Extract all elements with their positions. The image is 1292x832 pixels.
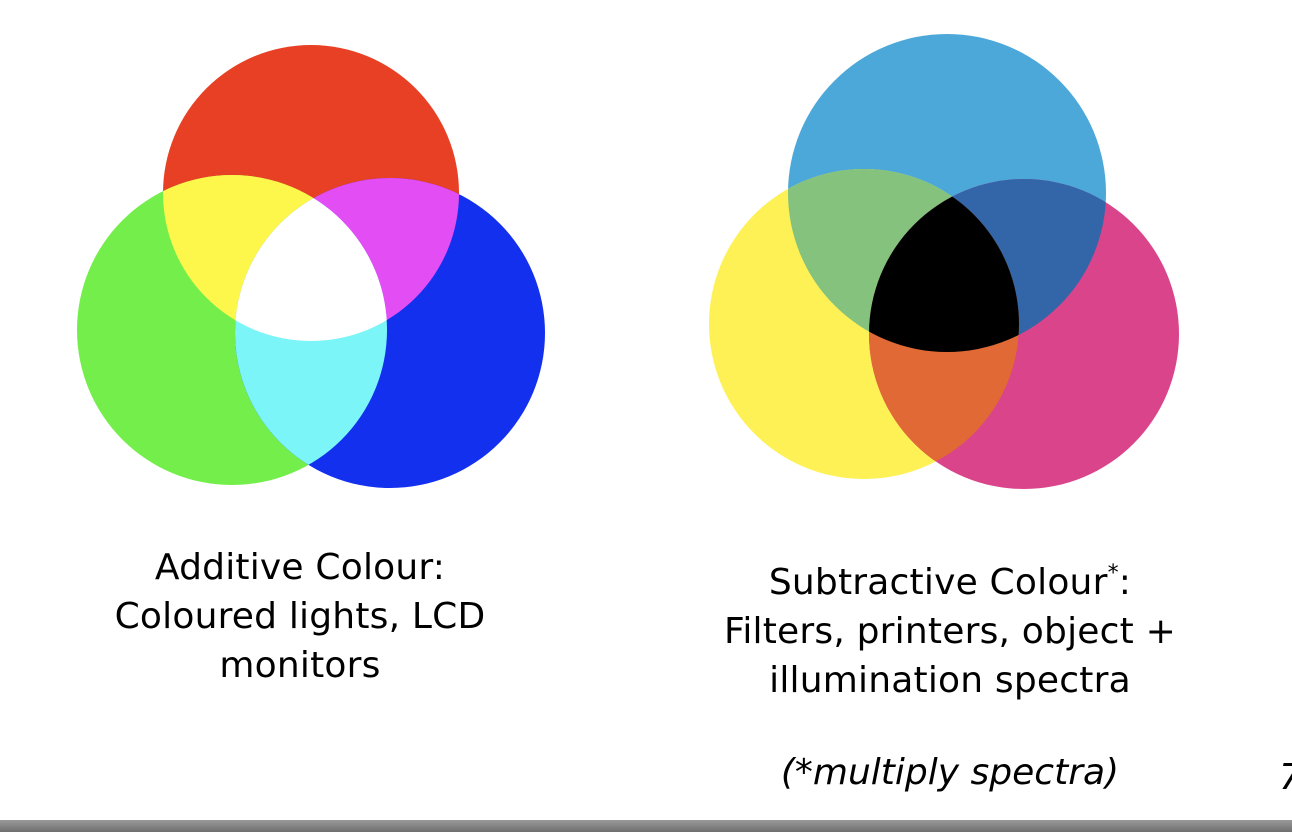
additive-diagram — [77, 45, 545, 488]
bottom-rule — [0, 820, 1292, 832]
color-mixing-diagrams — [77, 34, 1179, 489]
subtractive-caption: Subtractive Colour*: Filters, printers, … — [680, 549, 1220, 705]
subtractive-caption-line-3: illumination spectra — [769, 660, 1131, 701]
subtractive-caption-colon: : — [1118, 562, 1132, 603]
additive-caption: Additive Colour: Coloured lights, LCD mo… — [60, 543, 540, 690]
subtractive-diagram — [709, 34, 1179, 489]
subtractive-caption-title: Subtractive Colour — [768, 562, 1108, 603]
footnote-multiply-spectra: (*multiply spectra) — [780, 752, 1120, 793]
subtractive-caption-line-2: Filters, printers, object + — [724, 611, 1176, 652]
additive-caption-line-2: Coloured lights, LCD — [114, 596, 486, 637]
additive-caption-line-3: monitors — [219, 645, 381, 686]
additive-caption-line-1: Additive Colour: — [154, 547, 446, 588]
subtractive-caption-line-1: Subtractive Colour*: — [680, 549, 1220, 607]
footnote-asterisk: * — [1107, 561, 1119, 586]
page-number: 7 — [1279, 757, 1292, 798]
